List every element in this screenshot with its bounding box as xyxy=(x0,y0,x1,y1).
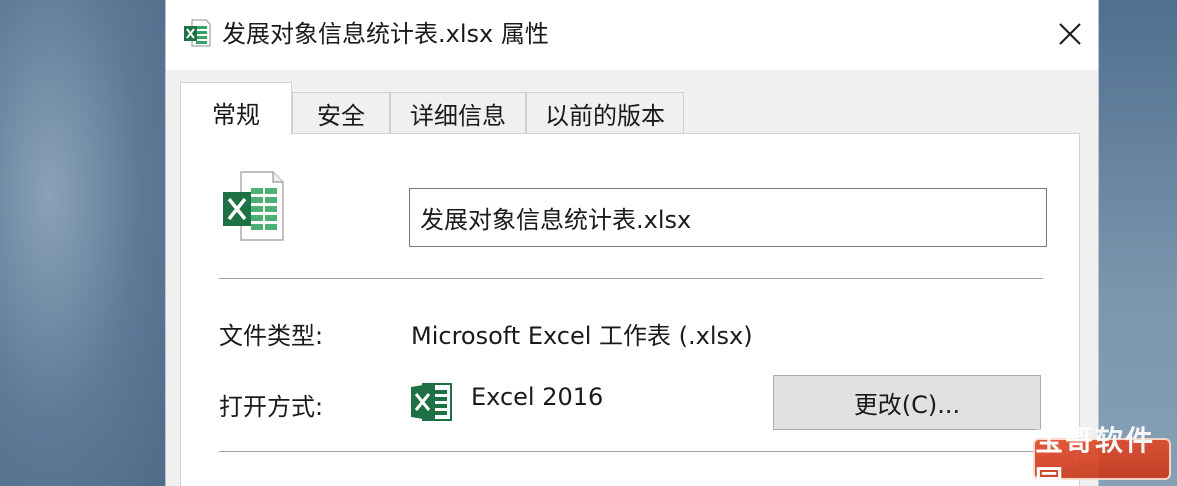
tab-details-label: 详细信息 xyxy=(410,102,506,130)
open-with-label: 打开方式: xyxy=(219,393,324,421)
tab-general-label: 常规 xyxy=(212,101,260,129)
tab-previous-versions[interactable]: 以前的版本 xyxy=(526,92,684,134)
properties-dialog: 发展对象信息统计表.xlsx 属性 常规 安全 详细信息 以前的版本 发展对象信… xyxy=(165,0,1099,486)
tab-details[interactable]: 详细信息 xyxy=(390,92,526,134)
tab-security-label: 安全 xyxy=(317,102,365,130)
file-name-input[interactable] xyxy=(409,188,1047,247)
window-title: 发展对象信息统计表.xlsx 属性 xyxy=(222,20,549,48)
excel-app-icon xyxy=(411,383,452,421)
excel-file-icon xyxy=(184,19,211,47)
title-bar: 发展对象信息统计表.xlsx 属性 xyxy=(166,0,1098,70)
divider xyxy=(219,278,1043,279)
close-icon xyxy=(1059,23,1081,45)
watermark-logo: 宝哥软件园 xyxy=(1033,424,1171,486)
file-type-label: 文件类型: xyxy=(219,322,324,350)
desktop-background-left xyxy=(0,0,165,486)
change-button[interactable]: 更改(C)... xyxy=(773,375,1041,430)
tab-security[interactable]: 安全 xyxy=(292,92,390,134)
general-tab-panel: 文件类型: Microsoft Excel 工作表 (.xlsx) 打开方式: … xyxy=(180,133,1080,486)
excel-file-icon xyxy=(223,171,284,241)
tab-previous-versions-label: 以前的版本 xyxy=(545,102,665,130)
desktop-background-right xyxy=(1099,0,1177,486)
divider xyxy=(219,451,1043,452)
close-button[interactable] xyxy=(1042,8,1098,60)
file-type-value: Microsoft Excel 工作表 (.xlsx) xyxy=(411,322,753,350)
tab-strip: 常规 安全 详细信息 以前的版本 xyxy=(180,82,1080,135)
open-with-app-name: Excel 2016 xyxy=(471,383,604,411)
tab-general[interactable]: 常规 xyxy=(180,82,292,135)
